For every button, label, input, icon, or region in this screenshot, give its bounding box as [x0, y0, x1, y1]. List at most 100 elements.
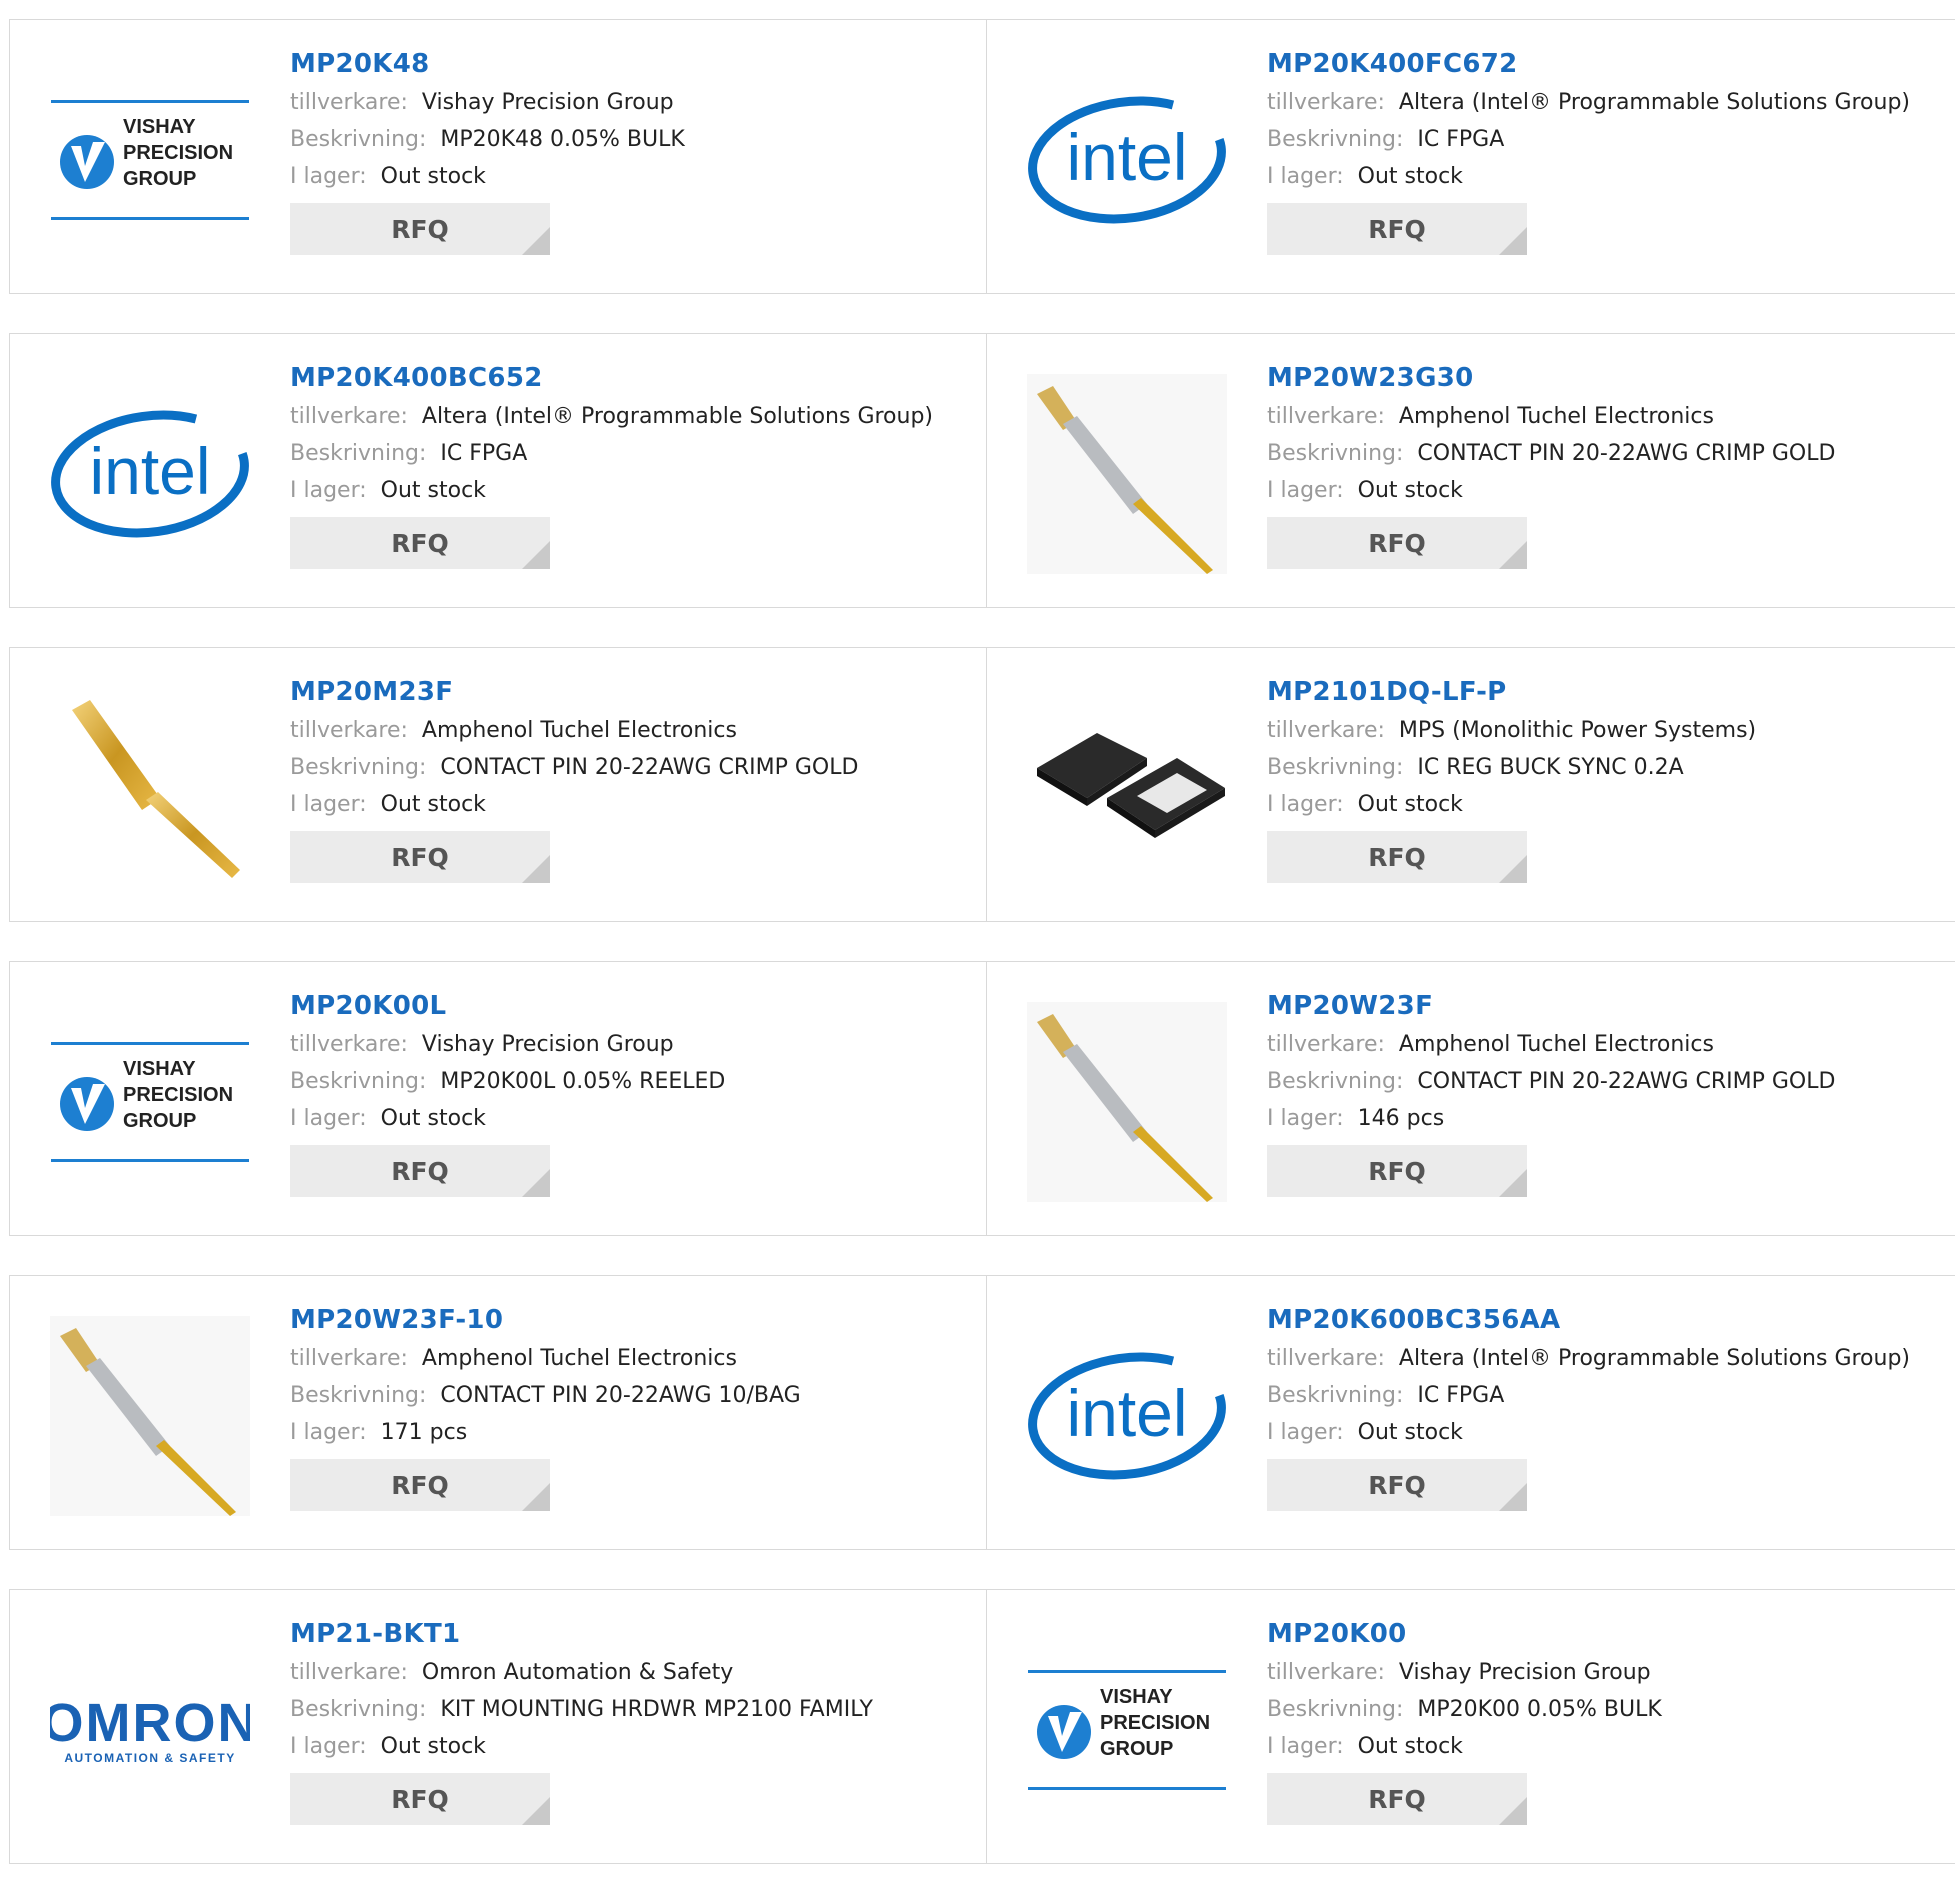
description-row: Beskrivning: KIT MOUNTING HRDWR MP2100 FA…	[290, 1691, 873, 1728]
manufacturer-label: tillverkare:	[290, 404, 408, 429]
manufacturer-row: tillverkare: Vishay Precision Group	[290, 1026, 725, 1063]
stock-row: I lager: Out stock	[290, 786, 858, 823]
rfq-button[interactable]: RFQ	[290, 831, 550, 883]
product-image[interactable]	[50, 688, 250, 888]
rfq-button[interactable]: RFQ	[290, 1459, 550, 1511]
product-image[interactable]: VISHAY PRECISION GROUP	[50, 60, 250, 260]
product-image[interactable]: intel	[1027, 1316, 1227, 1516]
product-image[interactable]: VISHAY PRECISION GROUP	[1027, 1630, 1227, 1830]
manufacturer-row: tillverkare: Omron Automation & Safety	[290, 1654, 873, 1691]
description-label: Beskrivning:	[290, 755, 427, 780]
intel-logo-icon: intel	[1028, 96, 1226, 224]
product-card: MP20W23F tillverkare: Amphenol Tuchel Ele…	[987, 962, 1955, 1235]
rfq-button[interactable]: RFQ	[290, 517, 550, 569]
description-label: Beskrivning:	[1267, 1383, 1404, 1408]
part-number-link[interactable]: MP20K00	[1267, 1614, 1662, 1654]
vishay-logo-icon: VISHAY PRECISION GROUP	[1028, 1670, 1226, 1790]
manufacturer-row: tillverkare: Amphenol Tuchel Electronics	[290, 1340, 801, 1377]
corner-fold-icon	[1499, 855, 1527, 883]
corner-fold-icon	[1499, 1483, 1527, 1511]
part-number-link[interactable]: MP20K400FC672	[1267, 44, 1910, 84]
stock-value: Out stock	[1357, 478, 1463, 503]
stock-value: 146 pcs	[1357, 1106, 1445, 1131]
rfq-button[interactable]: RFQ	[290, 1145, 550, 1197]
part-number-link[interactable]: MP20K48	[290, 44, 685, 84]
manufacturer-label: tillverkare:	[1267, 404, 1385, 429]
part-number-link[interactable]: MP20M23F	[290, 672, 858, 712]
part-number-link[interactable]: MP21-BKT1	[290, 1614, 873, 1654]
product-card: OMRON AUTOMATION & SAFETY MP21-BKT1 till…	[9, 1590, 987, 1863]
rfq-button[interactable]: RFQ	[1267, 203, 1527, 255]
stock-value: Out stock	[1357, 1420, 1463, 1445]
vishay-logo-text-1: VISHAY	[123, 116, 196, 138]
part-number-link[interactable]: MP20W23F	[1267, 986, 1835, 1026]
stock-value: 171 pcs	[380, 1420, 468, 1445]
product-card: VISHAY PRECISION GROUP MP20K48 tillverka…	[9, 20, 987, 293]
stock-value: Out stock	[380, 164, 486, 189]
product-info: MP20K400FC672 tillverkare: Altera (Intel®…	[1267, 44, 1910, 255]
manufacturer-value: Altera (Intel® Programmable Solutions Gr…	[1398, 1346, 1911, 1371]
stock-row: I lager: Out stock	[1267, 472, 1835, 509]
manufacturer-value: Altera (Intel® Programmable Solutions Gr…	[421, 404, 934, 429]
manufacturer-value: Amphenol Tuchel Electronics	[421, 1346, 737, 1371]
manufacturer-row: tillverkare: Amphenol Tuchel Electronics	[1267, 1026, 1835, 1063]
description-label: Beskrivning:	[290, 1383, 427, 1408]
intel-logo-icon: intel	[1028, 1352, 1226, 1480]
product-info: MP20K00 tillverkare: Vishay Precision Gro…	[1267, 1614, 1662, 1825]
corner-fold-icon	[1499, 1169, 1527, 1197]
rfq-button[interactable]: RFQ	[290, 203, 550, 255]
part-number-link[interactable]: MP20K400BC652	[290, 358, 933, 398]
part-number-link[interactable]: MP20W23G30	[1267, 358, 1835, 398]
product-image[interactable]	[1027, 1002, 1227, 1202]
intel-logo-icon: intel	[51, 410, 249, 538]
stock-row: I lager: Out stock	[1267, 1414, 1910, 1451]
corner-fold-icon	[522, 1483, 550, 1511]
product-image[interactable]: VISHAY PRECISION GROUP	[50, 1002, 250, 1202]
vishay-logo-text-3: GROUP	[123, 168, 197, 190]
contact-pin-icon	[72, 700, 240, 878]
manufacturer-row: tillverkare: Amphenol Tuchel Electronics	[290, 712, 858, 749]
part-number-link[interactable]: MP20K00L	[290, 986, 725, 1026]
product-image[interactable]: intel	[50, 374, 250, 574]
stock-value: Out stock	[1357, 164, 1463, 189]
stock-value: Out stock	[380, 478, 486, 503]
product-image[interactable]: OMRON AUTOMATION & SAFETY	[50, 1630, 250, 1830]
rfq-button[interactable]: RFQ	[1267, 1773, 1527, 1825]
product-row: MP20M23F tillverkare: Amphenol Tuchel Ele…	[9, 647, 1955, 922]
manufacturer-value: Omron Automation & Safety	[421, 1660, 734, 1685]
product-image[interactable]	[50, 1316, 250, 1516]
product-info: MP20K600BC356AA tillverkare: Altera (Inte…	[1267, 1300, 1910, 1511]
product-row: OMRON AUTOMATION & SAFETY MP21-BKT1 till…	[9, 1589, 1955, 1864]
part-number-link[interactable]: MP2101DQ-LF-P	[1267, 672, 1756, 712]
product-image[interactable]	[1027, 688, 1227, 888]
description-row: Beskrivning: CONTACT PIN 20-22AWG CRIMP G…	[290, 749, 858, 786]
product-card: VISHAY PRECISION GROUP MP20K00L tillverk…	[9, 962, 987, 1235]
product-info: MP20W23F tillverkare: Amphenol Tuchel Ele…	[1267, 986, 1835, 1197]
rfq-button[interactable]: RFQ	[290, 1773, 550, 1825]
description-row: Beskrivning: IC REG BUCK SYNC 0.2A	[1267, 749, 1756, 786]
rfq-button[interactable]: RFQ	[1267, 1459, 1527, 1511]
description-row: Beskrivning: CONTACT PIN 20-22AWG CRIMP G…	[1267, 1063, 1835, 1100]
product-row: intel MP20K400BC652 tillverkare: Altera (…	[9, 333, 1955, 608]
product-info: MP20K00L tillverkare: Vishay Precision Gr…	[290, 986, 725, 1197]
corner-fold-icon	[522, 227, 550, 255]
part-number-link[interactable]: MP20K600BC356AA	[1267, 1300, 1910, 1340]
product-image[interactable]	[1027, 374, 1227, 574]
rfq-label: RFQ	[391, 528, 449, 558]
product-info: MP20K48 tillverkare: Vishay Precision Gro…	[290, 44, 685, 255]
stock-row: I lager: Out stock	[290, 1100, 725, 1137]
product-image[interactable]: intel	[1027, 60, 1227, 260]
part-number-link[interactable]: MP20W23F-10	[290, 1300, 801, 1340]
stock-label: I lager:	[1267, 478, 1344, 503]
stock-label: I lager:	[1267, 1734, 1344, 1759]
stock-label: I lager:	[290, 1734, 367, 1759]
rfq-button[interactable]: RFQ	[1267, 1145, 1527, 1197]
description-value: IC REG BUCK SYNC 0.2A	[1417, 755, 1684, 780]
manufacturer-row: tillverkare: Altera (Intel® Programmable …	[1267, 1340, 1910, 1377]
product-card: MP20W23G30 tillverkare: Amphenol Tuchel E…	[987, 334, 1955, 607]
vishay-logo-icon: VISHAY PRECISION GROUP	[51, 100, 249, 220]
corner-fold-icon	[1499, 227, 1527, 255]
rfq-button[interactable]: RFQ	[1267, 517, 1527, 569]
rfq-button[interactable]: RFQ	[1267, 831, 1527, 883]
manufacturer-label: tillverkare:	[1267, 1660, 1385, 1685]
